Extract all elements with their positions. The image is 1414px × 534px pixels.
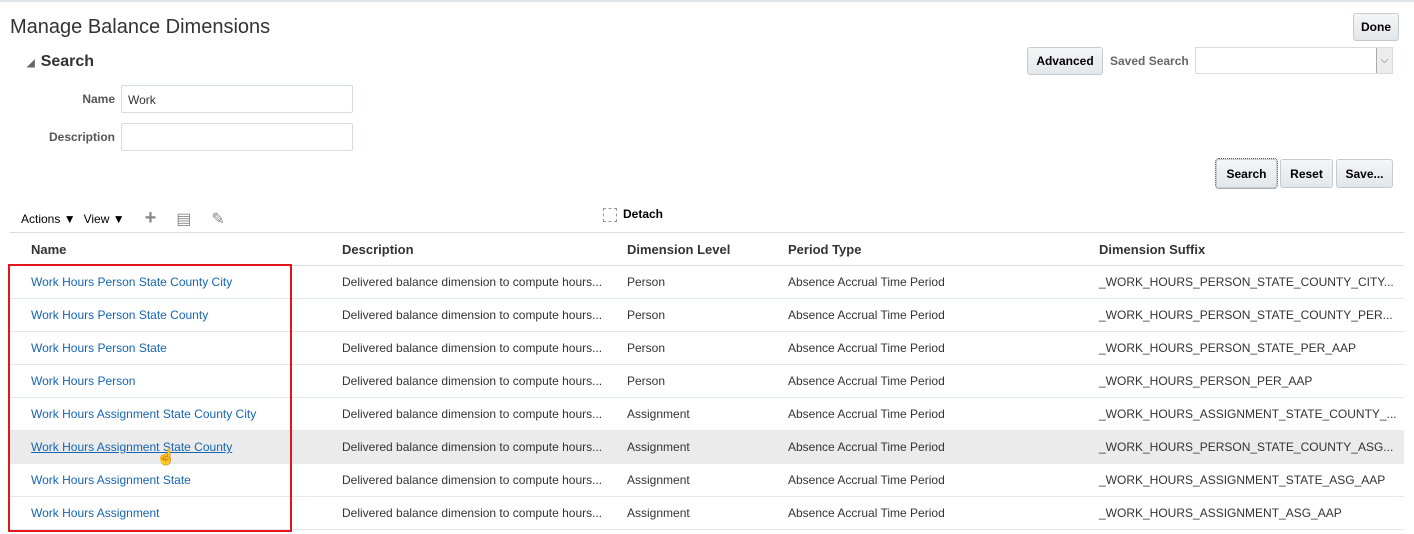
table-row[interactable]: Work Hours Person State County City Deli… xyxy=(10,265,1404,299)
chevron-down-icon[interactable]: ⌵ xyxy=(1376,48,1392,73)
dimension-name-link[interactable]: Work Hours Assignment State xyxy=(31,473,191,487)
description-label: Description xyxy=(48,130,115,144)
detach-button[interactable]: Detach xyxy=(603,207,663,222)
top-border xyxy=(0,0,1414,2)
table-row[interactable]: Work Hours Assignment Delivered balance … xyxy=(10,496,1404,530)
saved-search-select[interactable]: ⌵ xyxy=(1195,47,1393,74)
dimension-suffix-cell: _WORK_HOURS_PERSON_STATE_COUNTY_ASG... xyxy=(1078,430,1404,464)
period-type-cell: Absence Accrual Time Period xyxy=(767,265,1078,299)
description-cell: Delivered balance dimension to compute h… xyxy=(321,397,606,431)
dimension-level-cell: Person xyxy=(606,298,767,332)
view-menu[interactable]: View ▼ xyxy=(84,212,125,226)
period-type-cell: Absence Accrual Time Period xyxy=(767,331,1078,365)
edit-pencil-icon[interactable]: ✎ xyxy=(211,209,224,229)
dimension-level-cell: Person xyxy=(606,331,767,365)
dimension-suffix-cell: _WORK_HOURS_PERSON_STATE_PER_AAP xyxy=(1078,331,1404,365)
column-header-dimension-level[interactable]: Dimension Level xyxy=(606,232,767,266)
name-cell: Work Hours Assignment State xyxy=(10,463,321,497)
description-cell: Delivered balance dimension to compute h… xyxy=(321,496,606,530)
dimension-level-cell: Assignment xyxy=(606,496,767,530)
list-icon[interactable]: ▤ xyxy=(176,209,191,229)
view-label: View xyxy=(83,211,110,226)
add-icon[interactable]: + xyxy=(145,207,157,230)
name-input[interactable]: Work xyxy=(121,85,353,113)
description-cell: Delivered balance dimension to compute h… xyxy=(321,265,606,299)
collapse-triangle-icon: ◢ xyxy=(27,58,35,69)
dimension-level-cell: Assignment xyxy=(606,397,767,431)
dimension-name-link[interactable]: Work Hours Assignment State County City xyxy=(31,407,256,421)
reset-button[interactable]: Reset xyxy=(1280,159,1333,188)
dimension-name-link[interactable]: Work Hours Person xyxy=(31,374,135,388)
search-section-toggle[interactable]: ◢ Search xyxy=(27,53,94,71)
done-button[interactable]: Done xyxy=(1353,13,1399,41)
dimension-name-link[interactable]: Work Hours Person State County City xyxy=(31,275,232,289)
name-cell: Work Hours Person State xyxy=(10,331,321,365)
dimension-suffix-cell: _WORK_HOURS_PERSON_STATE_COUNTY_CITY... xyxy=(1078,265,1404,299)
hand-cursor-icon: ☝ xyxy=(156,449,176,466)
name-label: Name xyxy=(82,92,115,106)
dimension-name-link[interactable]: Work Hours Person State xyxy=(31,341,167,355)
dimension-name-link[interactable]: Work Hours Person State County xyxy=(31,308,208,322)
table-header-row: Name Description Dimension Level Period … xyxy=(10,232,1404,266)
actions-menu[interactable]: Actions ▼ xyxy=(21,212,76,226)
table-row[interactable]: Work Hours Assignment State County Deliv… xyxy=(10,430,1404,464)
detach-label: Detach xyxy=(623,207,664,221)
column-header-description[interactable]: Description xyxy=(321,232,606,266)
dimension-name-link[interactable]: Work Hours Assignment State County xyxy=(31,440,232,454)
table-row[interactable]: Work Hours Person State County Delivered… xyxy=(10,298,1404,332)
name-cell: Work Hours Person State County City xyxy=(10,265,321,299)
dimension-level-cell: Assignment xyxy=(606,463,767,497)
dimension-suffix-cell: _WORK_HOURS_PERSON_STATE_COUNTY_PER... xyxy=(1078,298,1404,332)
table-row[interactable]: Work Hours Person State Delivered balanc… xyxy=(10,331,1404,365)
page-title: Manage Balance Dimensions xyxy=(10,16,271,38)
description-cell: Delivered balance dimension to compute h… xyxy=(321,364,606,398)
actions-label: Actions xyxy=(21,211,61,226)
name-cell: Work Hours Assignment State County City xyxy=(10,397,321,431)
name-cell: Work Hours Person xyxy=(10,364,321,398)
dimension-level-cell: Person xyxy=(606,364,767,398)
period-type-cell: Absence Accrual Time Period xyxy=(767,364,1078,398)
detach-icon xyxy=(603,207,617,222)
search-header: Search xyxy=(40,53,95,70)
period-type-cell: Absence Accrual Time Period xyxy=(767,430,1078,464)
search-button[interactable]: Search xyxy=(1215,158,1278,189)
dimension-suffix-cell: _WORK_HOURS_ASSIGNMENT_STATE_COUNTY_... xyxy=(1078,397,1404,431)
column-header-dimension-suffix[interactable]: Dimension Suffix xyxy=(1078,232,1404,266)
table-row[interactable]: Work Hours Assignment State Delivered ba… xyxy=(10,463,1404,497)
description-cell: Delivered balance dimension to compute h… xyxy=(321,463,606,497)
saved-search-label: Saved Search xyxy=(1110,54,1189,68)
period-type-cell: Absence Accrual Time Period xyxy=(767,496,1078,530)
table-row[interactable]: Work Hours Person Delivered balance dime… xyxy=(10,364,1404,398)
table-row[interactable]: Work Hours Assignment State County City … xyxy=(10,397,1404,431)
save-search-button[interactable]: Save... xyxy=(1336,159,1393,188)
description-input[interactable] xyxy=(121,123,353,151)
name-cell: Work Hours Assignment xyxy=(10,496,321,530)
description-cell: Delivered balance dimension to compute h… xyxy=(321,430,606,464)
dimension-level-cell: Assignment xyxy=(606,430,767,464)
column-header-name[interactable]: Name xyxy=(10,232,321,266)
advanced-button[interactable]: Advanced xyxy=(1027,47,1103,75)
period-type-cell: Absence Accrual Time Period xyxy=(767,397,1078,431)
balance-dimensions-table: Name Description Dimension Level Period … xyxy=(10,232,1404,530)
column-header-period-type[interactable]: Period Type xyxy=(767,232,1078,266)
dimension-suffix-cell: _WORK_HOURS_PERSON_PER_AAP xyxy=(1078,364,1404,398)
name-cell: Work Hours Person State County xyxy=(10,298,321,332)
description-cell: Delivered balance dimension to compute h… xyxy=(321,298,606,332)
dimension-suffix-cell: _WORK_HOURS_ASSIGNMENT_ASG_AAP xyxy=(1078,496,1404,530)
description-cell: Delivered balance dimension to compute h… xyxy=(321,331,606,365)
dimension-level-cell: Person xyxy=(606,265,767,299)
period-type-cell: Absence Accrual Time Period xyxy=(767,298,1078,332)
dimension-name-link[interactable]: Work Hours Assignment xyxy=(31,506,160,520)
dimension-suffix-cell: _WORK_HOURS_ASSIGNMENT_STATE_ASG_AAP xyxy=(1078,463,1404,497)
period-type-cell: Absence Accrual Time Period xyxy=(767,463,1078,497)
table-toolbar: Actions ▼ View ▼ + ▤ ✎ xyxy=(21,207,225,230)
